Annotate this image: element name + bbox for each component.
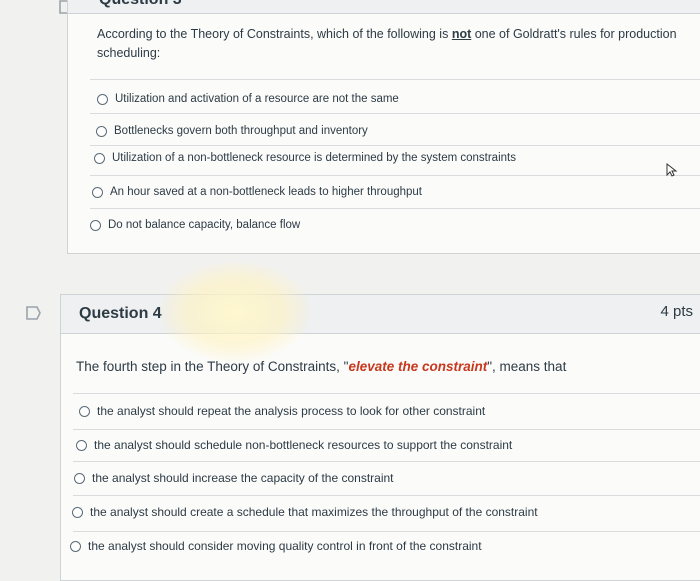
divider	[73, 429, 700, 430]
answer-label: Do not balance capacity, balance flow	[108, 219, 301, 231]
stem-text: According to the Theory of Constraints, …	[97, 27, 452, 41]
radio-button[interactable]	[72, 506, 83, 518]
mouse-pointer-icon	[666, 163, 678, 177]
answer-option[interactable]: the analyst should create a schedule tha…	[72, 505, 538, 519]
answer-option[interactable]: Do not balance capacity, balance flow	[90, 219, 300, 231]
divider	[73, 461, 700, 462]
stem-text: ", means that	[487, 359, 567, 374]
radio-button[interactable]	[70, 540, 81, 552]
radio-button[interactable]	[90, 219, 101, 231]
answer-option[interactable]: the analyst should increase the capacity…	[74, 471, 394, 485]
answer-label: Bottlenecks govern both throughput and i…	[114, 125, 368, 137]
stem-text: The fourth step in the Theory of Constra…	[76, 359, 349, 374]
divider	[73, 495, 700, 496]
answer-option[interactable]: Utilization and activation of a resource…	[97, 93, 399, 105]
divider	[90, 113, 700, 114]
question-title: Question 4	[79, 305, 162, 322]
answer-option[interactable]: the analyst should consider moving quali…	[70, 539, 482, 553]
answer-label: the analyst should schedule non-bottlene…	[94, 438, 513, 452]
radio-button[interactable]	[74, 472, 85, 484]
question-4-card: Question 4 4 pts The fourth step in the …	[60, 294, 700, 581]
stem-emphasis: elevate the constraint	[348, 359, 488, 374]
divider	[73, 531, 700, 532]
radio-button[interactable]	[97, 93, 108, 105]
answer-option[interactable]: Utilization of a non-bottleneck resource…	[94, 152, 516, 164]
answer-option[interactable]: An hour saved at a non-bottleneck leads …	[92, 186, 422, 198]
divider	[90, 145, 700, 146]
flag-question-icon[interactable]	[26, 306, 42, 320]
question-3-card: Question 3 According to the Theory of Co…	[67, 0, 700, 254]
answer-label: Utilization and activation of a resource…	[115, 93, 399, 105]
stem-emphasis: not	[451, 27, 472, 41]
answer-option[interactable]: Bottlenecks govern both throughput and i…	[96, 125, 368, 137]
divider	[90, 175, 700, 176]
points-label: 4 pts	[660, 303, 693, 320]
radio-button[interactable]	[92, 186, 103, 198]
divider	[90, 208, 700, 209]
question-stem: According to the Theory of Constraints, …	[97, 25, 687, 63]
radio-button[interactable]	[94, 152, 105, 164]
answer-label: the analyst should consider moving quali…	[88, 539, 482, 553]
answer-option[interactable]: the analyst should repeat the analysis p…	[79, 404, 485, 418]
radio-button[interactable]	[96, 125, 107, 137]
answer-label: Utilization of a non-bottleneck resource…	[112, 152, 516, 164]
question-title: Question 3	[99, 0, 182, 9]
answer-label: An hour saved at a non-bottleneck leads …	[110, 186, 422, 198]
answer-label: the analyst should repeat the analysis p…	[97, 404, 486, 418]
answer-label: the analyst should increase the capacity…	[92, 471, 394, 485]
radio-button[interactable]	[76, 439, 87, 451]
question-stem: The fourth step in the Theory of Constra…	[76, 357, 676, 376]
answer-option[interactable]: the analyst should schedule non-bottlene…	[76, 438, 512, 452]
radio-button[interactable]	[79, 405, 90, 417]
divider	[90, 79, 700, 80]
divider	[73, 393, 700, 394]
answer-label: the analyst should create a schedule tha…	[90, 505, 538, 519]
